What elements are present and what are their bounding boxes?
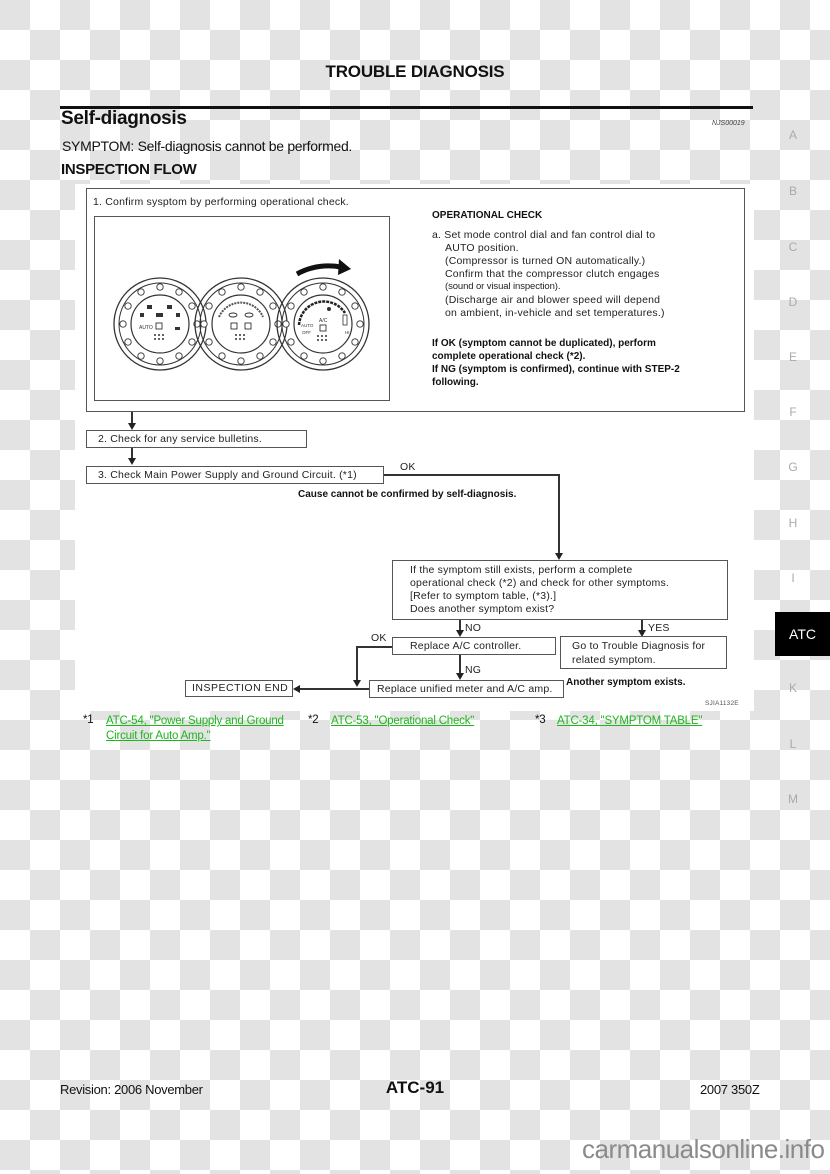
inspection-end-text: INSPECTION END	[192, 682, 289, 694]
connector-line	[356, 646, 392, 648]
section-title: Self-diagnosis	[61, 108, 187, 129]
result-line: If OK (symptom cannot be duplicated), pe…	[432, 338, 656, 349]
operational-check-line: AUTO position.	[445, 242, 519, 254]
fan-dial-icon: A/C AUTO OFF HI	[276, 277, 370, 371]
operational-check-line: (Discharge air and blower speed will dep…	[445, 294, 661, 306]
inspection-flow-title: INSPECTION FLOW	[61, 161, 197, 178]
ng-label: NG	[465, 664, 482, 676]
control-dials-illustration: AUTO A/C AUTO OFF HI	[113, 259, 370, 371]
step2-text: 2. Check for any service bulletins.	[98, 433, 262, 445]
operational-check-line: (Compressor is turned ON automatically.)	[445, 255, 646, 267]
no-label: NO	[465, 622, 482, 634]
arrow-down-icon	[456, 630, 464, 637]
footnote-link-power-supply[interactable]: ATC-54, "Power Supply and Ground Circuit…	[106, 714, 284, 744]
index-letter-h[interactable]: H	[787, 516, 799, 530]
operational-check-title: OPERATIONAL CHECK	[432, 210, 543, 221]
goto-trouble-line: related symptom.	[572, 654, 656, 666]
page-title: TROUBLE DIAGNOSIS	[325, 62, 505, 81]
goto-trouble-diagnosis-box: Go to Trouble Diagnosis for related symp…	[560, 636, 727, 669]
rotate-arrow-icon	[295, 263, 342, 277]
operational-check-line: on ambient, in-vehicle and set temperatu…	[445, 307, 665, 319]
symptom-check-line: If the symptom still exists, perform a c…	[410, 564, 633, 576]
goto-trouble-line: Go to Trouble Diagnosis for	[572, 640, 706, 652]
temperature-dial-icon	[194, 277, 288, 371]
watermark: carmanualsonline.info	[582, 1134, 825, 1164]
index-letter-e[interactable]: E	[787, 350, 799, 364]
index-letter-m[interactable]: M	[787, 792, 799, 806]
ok-label: OK	[400, 461, 416, 473]
footnote-link-line: Circuit for Auto Amp."	[106, 730, 211, 742]
symptom-check-box: If the symptom still exists, perform a c…	[392, 560, 728, 620]
footnote-link-line: ATC-54, "Power Supply and Ground	[106, 715, 284, 727]
arrow-down-icon	[128, 458, 136, 465]
index-letter-c[interactable]: C	[787, 240, 799, 254]
yes-label: YES	[648, 622, 670, 634]
result-line: complete operational check (*2).	[432, 351, 586, 362]
symptom-check-line: [Refer to symptom table, (*3).]	[410, 590, 557, 602]
arrow-down-icon	[456, 673, 464, 680]
index-letter-l[interactable]: L	[787, 737, 799, 751]
footnote-link-symptom-table[interactable]: ATC-34, "SYMPTOM TABLE"	[557, 714, 702, 729]
symptom-check-line: operational check (*2) and check for oth…	[410, 577, 670, 589]
index-tab-atc-active[interactable]: ATC	[775, 612, 830, 656]
vehicle-model: 2007 350Z	[700, 1082, 760, 1097]
step3-text: 3. Check Main Power Supply and Ground Ci…	[98, 469, 357, 481]
inspection-end-box: INSPECTION END	[185, 680, 293, 697]
footnote-mark: *3	[535, 714, 546, 726]
step1-text: 1. Confirm sysptom by performing operati…	[93, 196, 349, 208]
replace-meter-text: Replace unified meter and A/C amp.	[377, 683, 553, 695]
index-letter-f[interactable]: F	[787, 405, 799, 419]
operational-check-line: a. Set mode control dial and fan control…	[432, 229, 656, 241]
index-letter-g[interactable]: G	[787, 460, 799, 474]
rotate-arrowhead-icon	[338, 259, 351, 275]
footnotes: *1 ATC-54, "Power Supply and Ground Circ…	[0, 714, 830, 754]
step2-box: 2. Check for any service bulletins.	[86, 430, 307, 448]
connector-line	[384, 474, 559, 476]
arrow-down-icon	[555, 553, 563, 560]
cause-note: Cause cannot be confirmed by self-diagno…	[298, 489, 517, 500]
arrow-left-icon	[293, 685, 300, 693]
replace-controller-box: Replace A/C controller.	[392, 637, 556, 655]
index-letter-a[interactable]: A	[787, 128, 799, 142]
index-letter-b[interactable]: B	[787, 184, 799, 198]
ac-label: A/C	[319, 318, 328, 324]
footnote-link-operational-check[interactable]: ATC-53, "Operational Check"	[331, 714, 474, 729]
footnote-mark: *2	[308, 714, 319, 726]
inspection-flow-diagram: 1. Confirm sysptom by performing operati…	[75, 184, 754, 711]
hi-label: HI	[345, 330, 350, 335]
auto-label: AUTO	[139, 325, 153, 331]
figure-code: SJIA1132E	[705, 700, 739, 707]
auto-label-fan: AUTO	[301, 323, 314, 328]
replace-controller-text: Replace A/C controller.	[410, 640, 522, 652]
step1-box: 1. Confirm sysptom by performing operati…	[86, 188, 745, 412]
off-label: OFF	[302, 330, 311, 335]
symptom-text: SYMPTOM: Self-diagnosis cannot be perfor…	[62, 138, 353, 154]
result-line: If NG (symptom is confirmed), continue w…	[432, 364, 680, 375]
operational-check-line: (sound or visual inspection).	[445, 281, 561, 292]
reference-code: NJS00019	[712, 120, 745, 127]
index-letter-k[interactable]: K	[787, 681, 799, 695]
symptom-check-line: Does another symptom exist?	[410, 603, 555, 615]
index-letter-d[interactable]: D	[787, 295, 799, 309]
connector-line	[297, 688, 369, 690]
connector-line	[356, 646, 358, 684]
arrow-down-icon	[353, 680, 361, 687]
operational-check-line: Confirm that the compressor clutch engag…	[445, 268, 660, 280]
replace-meter-box: Replace unified meter and A/C amp.	[369, 680, 564, 698]
arrow-down-icon	[128, 423, 136, 430]
step3-box: 3. Check Main Power Supply and Ground Ci…	[86, 466, 384, 484]
dials-illustration-frame: AUTO A/C AUTO OFF HI	[94, 216, 390, 401]
connector-line	[558, 474, 560, 558]
another-symptom-note: Another symptom exists.	[566, 677, 686, 688]
footnote-mark: *1	[83, 714, 94, 726]
index-letter-i[interactable]: I	[787, 571, 799, 585]
mode-dial-icon: AUTO	[113, 277, 207, 371]
ok-label-2: OK	[371, 632, 387, 644]
result-line: following.	[432, 377, 479, 388]
